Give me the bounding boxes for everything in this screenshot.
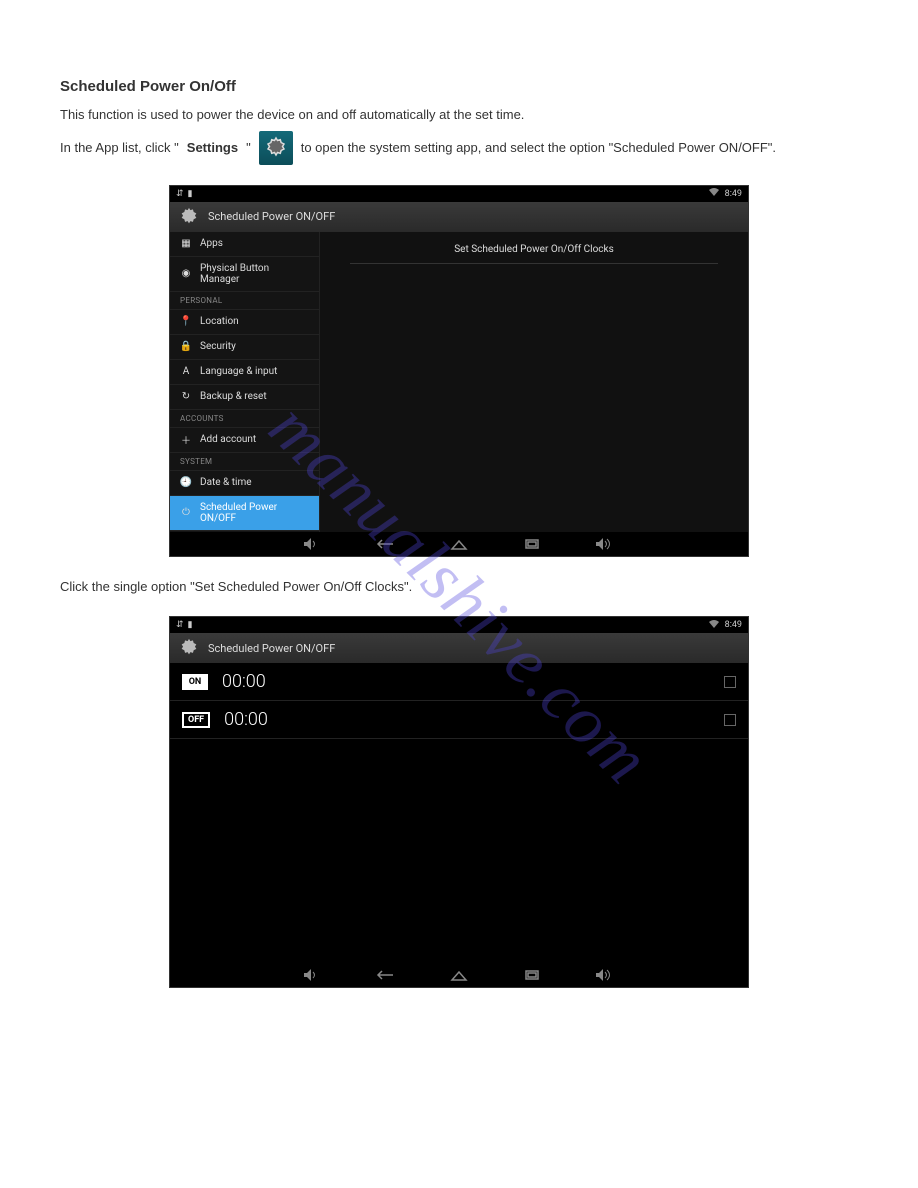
on-checkbox[interactable] <box>724 676 736 688</box>
volume-up-icon[interactable] <box>596 538 614 550</box>
doc-heading: Scheduled Power On/Off <box>60 78 858 95</box>
sidebar-item-physical-button[interactable]: ◉ Physical Button Manager <box>170 257 319 292</box>
status-bar: ⇵ ▮ 8:49 <box>170 186 748 202</box>
recent-icon[interactable] <box>524 969 540 981</box>
sidebar-header-accounts: ACCOUNTS <box>170 410 319 428</box>
title-bar: Scheduled Power ON/OFF <box>170 202 748 232</box>
recent-icon[interactable] <box>524 538 540 550</box>
doc-step2: Click the single option "Set Scheduled P… <box>60 577 858 597</box>
screenshot-clocks: ⇵ ▮ 8:49 Scheduled Power ON/OFF ON 00:00… <box>169 616 749 988</box>
debug-icon: ▮ <box>188 620 193 630</box>
title-gear-icon <box>178 637 200 659</box>
off-time: 00:00 <box>224 709 268 730</box>
content-pane: Set Scheduled Power On/Off Clocks <box>320 232 748 532</box>
wifi-icon <box>709 188 719 199</box>
home-icon[interactable] <box>450 969 468 981</box>
debug-icon: ▮ <box>188 189 193 199</box>
sidebar-item-label: Security <box>200 341 236 352</box>
power-icon: ⏻ <box>180 507 192 519</box>
doc-intro: This function is used to power the devic… <box>60 105 858 125</box>
clock-icon: 🕘 <box>180 477 192 489</box>
lock-icon: 🔒 <box>180 341 192 353</box>
on-badge: ON <box>182 674 208 690</box>
title-text: Scheduled Power ON/OFF <box>208 642 335 655</box>
sidebar-item-label: Physical Button Manager <box>200 263 309 285</box>
title-gear-icon <box>178 206 200 228</box>
sidebar-item-label: Language & input <box>200 366 277 377</box>
sidebar-item-label: Location <box>200 316 239 327</box>
language-icon: A <box>180 366 192 378</box>
sidebar-item-location[interactable]: 📍 Location <box>170 310 319 335</box>
volume-up-icon[interactable] <box>596 969 614 981</box>
sidebar-header-system: SYSTEM <box>170 453 319 471</box>
sidebar-header-personal: PERSONAL <box>170 292 319 310</box>
doc-step1-prefix: In the App list, click " <box>60 138 179 158</box>
add-icon: ＋ <box>180 434 192 446</box>
screenshot-settings: ⇵ ▮ 8:49 Scheduled Power ON/OFF ▦ Apps ◉… <box>169 185 749 557</box>
status-time: 8:49 <box>725 620 742 630</box>
status-bar: ⇵ ▮ 8:49 <box>170 617 748 633</box>
location-icon: 📍 <box>180 316 192 328</box>
sidebar-item-language[interactable]: A Language & input <box>170 360 319 385</box>
settings-gear-icon <box>259 131 293 165</box>
on-time: 00:00 <box>222 671 266 692</box>
wifi-icon <box>709 620 719 631</box>
sidebar-item-security[interactable]: 🔒 Security <box>170 335 319 360</box>
title-text: Scheduled Power ON/OFF <box>208 210 335 223</box>
sidebar-item-label: Date & time <box>200 477 252 488</box>
sidebar-item-label: Scheduled Power ON/OFF <box>200 502 309 524</box>
sidebar-item-scheduled-power[interactable]: ⏻ Scheduled Power ON/OFF <box>170 496 319 531</box>
sidebar-item-label: Apps <box>200 238 223 249</box>
usb-icon: ⇵ <box>176 620 184 630</box>
nav-bar <box>170 963 748 987</box>
backup-icon: ↻ <box>180 391 192 403</box>
sidebar-item-add-account[interactable]: ＋ Add account <box>170 428 319 453</box>
doc-step1-suffix: " <box>246 138 251 158</box>
volume-down-icon[interactable] <box>304 538 320 550</box>
title-bar: Scheduled Power ON/OFF <box>170 633 748 663</box>
doc-step1: In the App list, click " Settings " to o… <box>60 131 858 165</box>
power-off-row[interactable]: OFF 00:00 <box>170 701 748 739</box>
sidebar-item-label: Backup & reset <box>200 391 267 402</box>
power-on-row[interactable]: ON 00:00 <box>170 663 748 701</box>
content-title[interactable]: Set Scheduled Power On/Off Clocks <box>350 244 718 264</box>
off-checkbox[interactable] <box>724 714 736 726</box>
status-time: 8:49 <box>725 189 742 199</box>
back-icon[interactable] <box>376 538 394 550</box>
nav-bar <box>170 532 748 556</box>
sidebar-item-backup[interactable]: ↻ Backup & reset <box>170 385 319 410</box>
doc-step1-appname: Settings <box>187 138 238 158</box>
usb-icon: ⇵ <box>176 189 184 199</box>
doc-step1-trail: to open the system setting app, and sele… <box>301 138 776 158</box>
off-badge: OFF <box>182 712 210 728</box>
settings-sidebar: ▦ Apps ◉ Physical Button Manager PERSONA… <box>170 232 320 532</box>
physical-button-icon: ◉ <box>180 268 192 280</box>
sidebar-item-datetime[interactable]: 🕘 Date & time <box>170 471 319 496</box>
back-icon[interactable] <box>376 969 394 981</box>
sidebar-item-apps[interactable]: ▦ Apps <box>170 232 319 257</box>
sidebar-item-label: Add account <box>200 434 256 445</box>
sidebar-item-accessibility[interactable]: ✋ Accessibility <box>170 531 319 532</box>
home-icon[interactable] <box>450 538 468 550</box>
volume-down-icon[interactable] <box>304 969 320 981</box>
apps-icon: ▦ <box>180 238 192 250</box>
